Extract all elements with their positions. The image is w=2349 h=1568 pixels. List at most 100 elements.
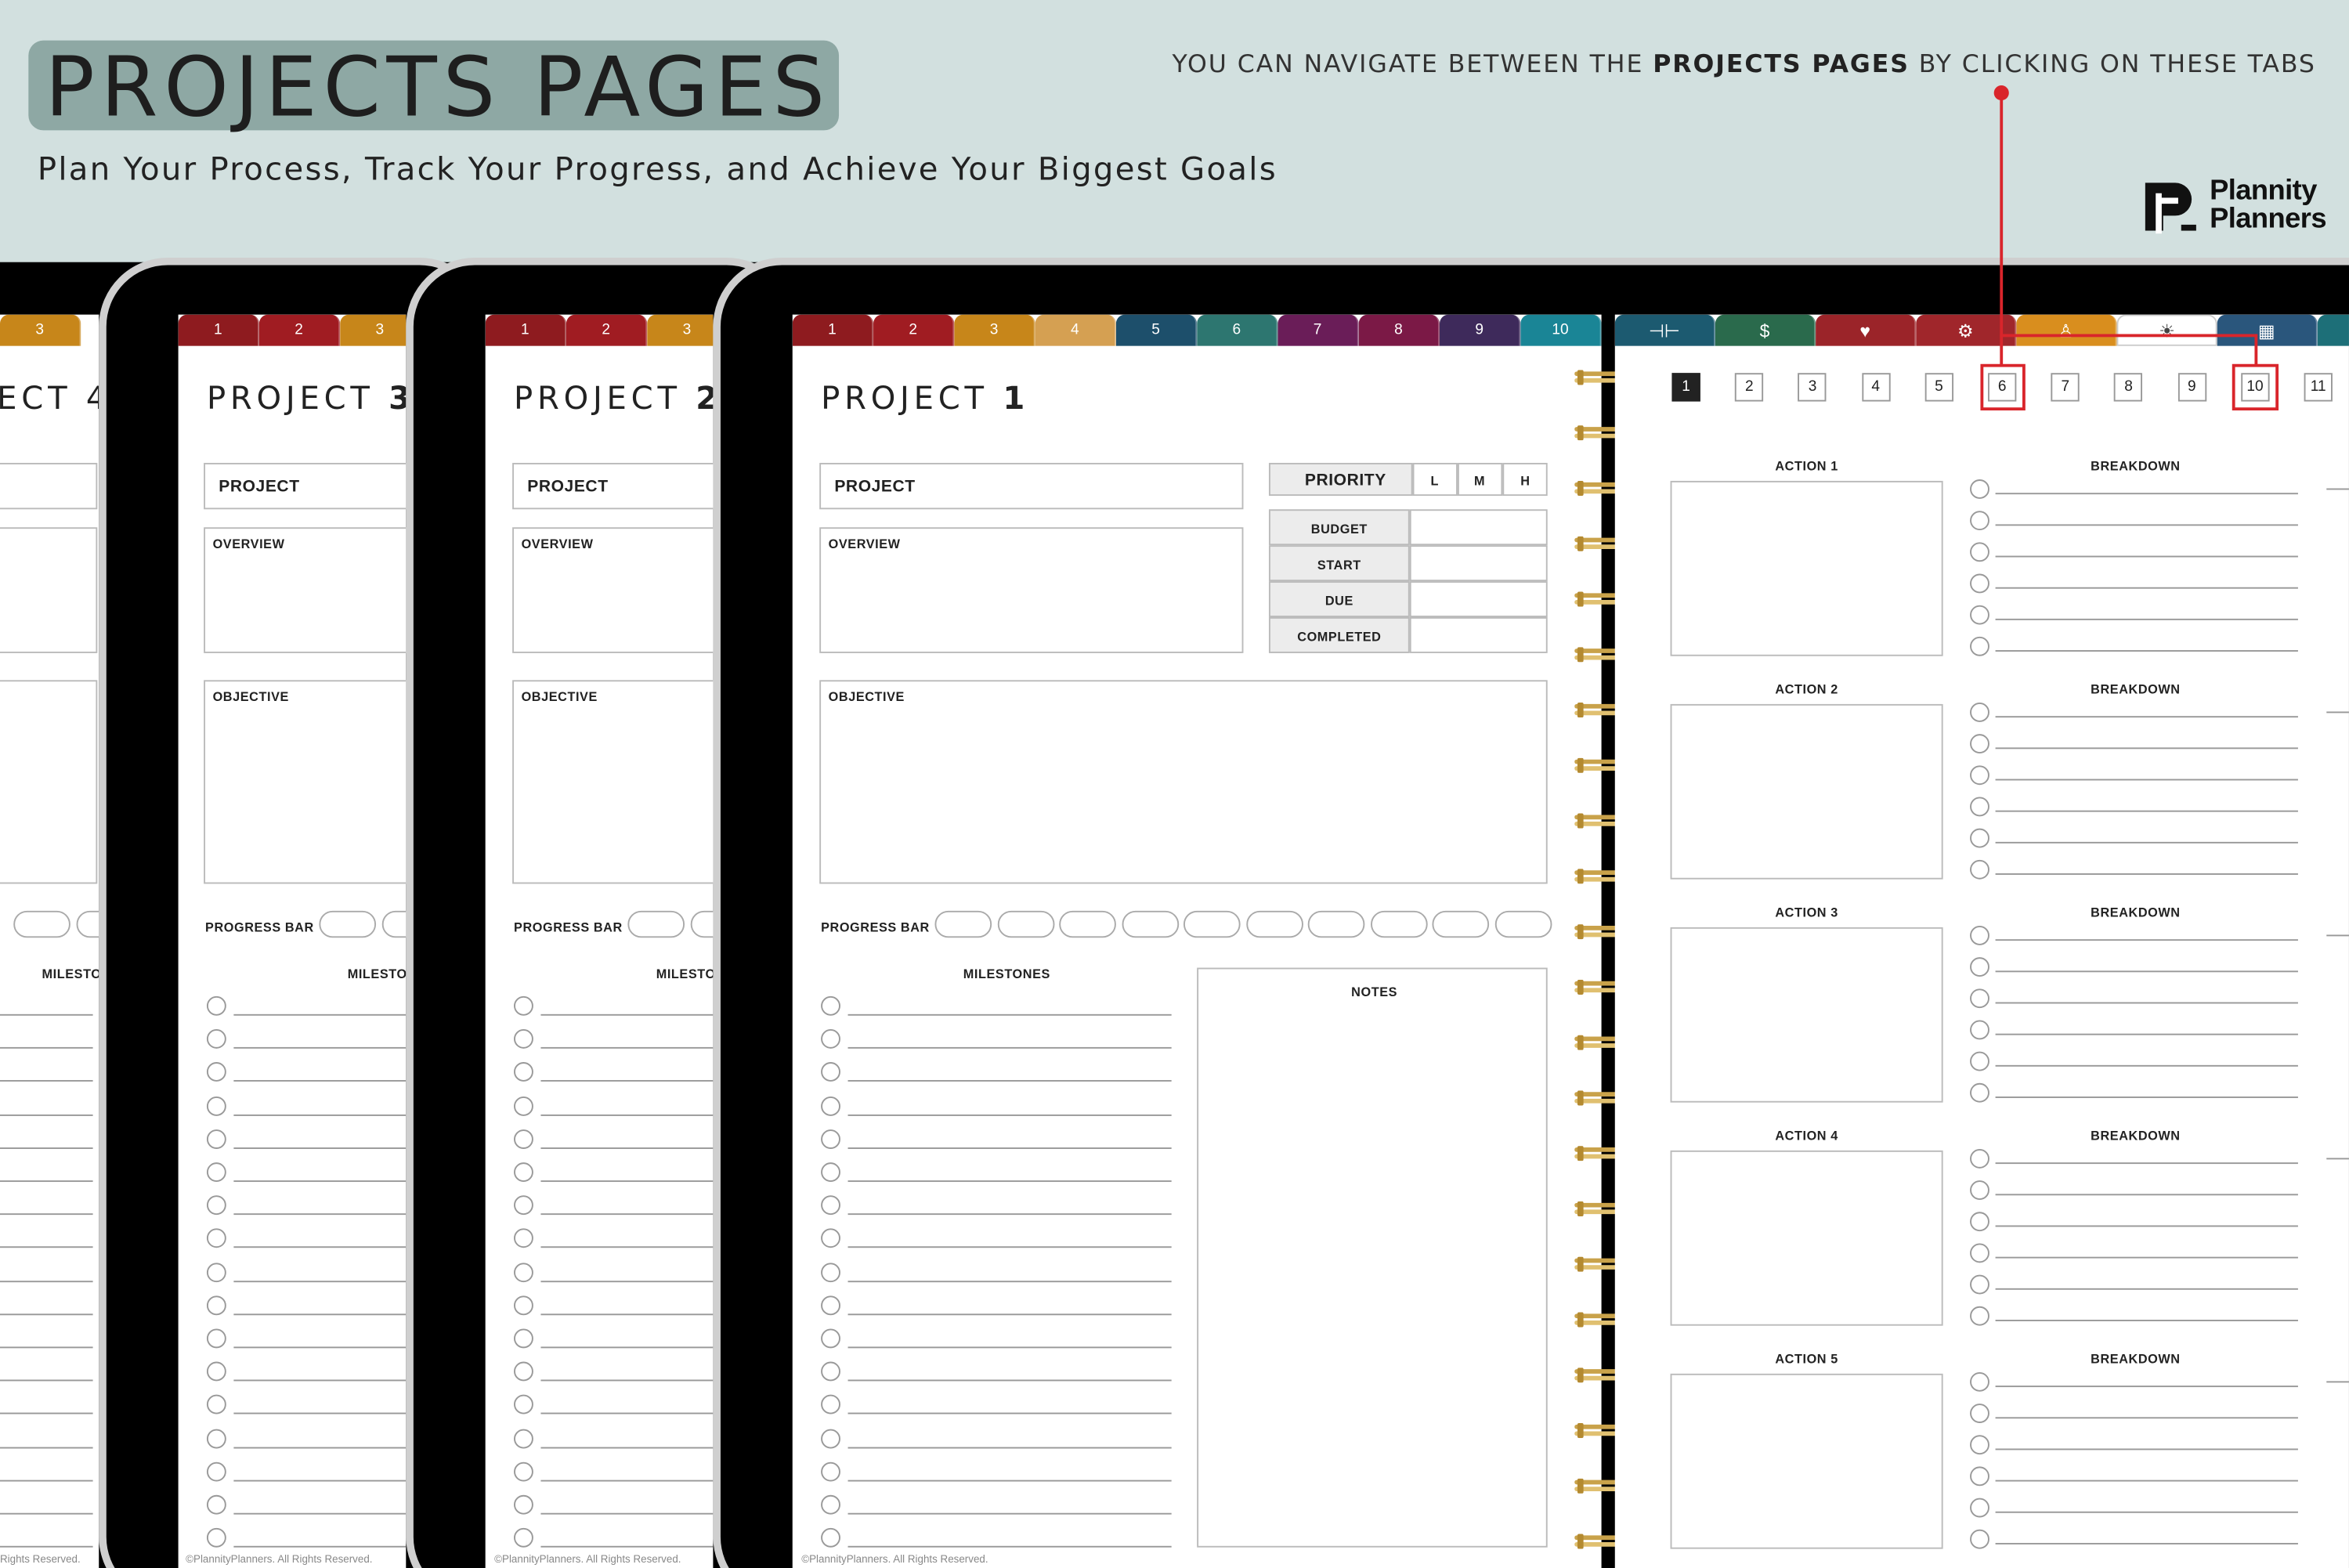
milestone-checkbox[interactable] [206, 1295, 226, 1315]
milestone-line[interactable] [0, 1379, 93, 1382]
milestone-checkbox[interactable] [821, 1361, 840, 1382]
progress-step[interactable] [1370, 910, 1427, 938]
milestone-checkbox[interactable] [206, 1129, 226, 1149]
milestone-line[interactable] [847, 1379, 1172, 1382]
milestone-line[interactable] [540, 1413, 714, 1415]
breakdown-line[interactable] [1995, 779, 2298, 781]
milestone-line[interactable] [233, 1247, 407, 1248]
milestone-line[interactable] [540, 1147, 714, 1149]
tab-heart[interactable]: ♥ [1816, 314, 1917, 346]
milestone-line[interactable] [847, 1147, 1172, 1149]
tab-project-8[interactable]: 8 [1358, 314, 1440, 346]
milestone-checkbox[interactable] [206, 1528, 226, 1548]
milestone-line[interactable] [847, 1247, 1172, 1248]
milestone-checkbox[interactable] [514, 1229, 533, 1248]
breakdown-line[interactable] [1995, 1225, 2298, 1227]
milestone-checkbox[interactable] [206, 1062, 226, 1082]
breakdown-checkbox[interactable] [1970, 605, 1989, 625]
milestone-checkbox[interactable] [514, 1528, 533, 1548]
breakdown-line[interactable] [1995, 1542, 2298, 1545]
detail-value-field[interactable] [1409, 581, 1548, 617]
milestone-line[interactable] [0, 1114, 93, 1116]
milestone-line[interactable] [540, 1446, 714, 1448]
notes-field[interactable] [1197, 967, 1548, 1548]
progress-step[interactable] [381, 910, 407, 938]
tab-person[interactable]: ♙ [2016, 314, 2117, 346]
breakdown-checkbox[interactable] [1970, 765, 1989, 786]
detail-value-field[interactable] [1409, 509, 1548, 546]
milestone-line[interactable] [233, 1512, 407, 1515]
tab-project-5[interactable]: 5 [1115, 314, 1198, 346]
milestone-checkbox[interactable] [206, 995, 226, 1016]
progress-step[interactable] [627, 910, 685, 938]
action-field[interactable] [1670, 927, 1943, 1103]
tab-project-1[interactable]: 1 [485, 314, 566, 346]
objective-field[interactable] [0, 680, 98, 884]
milestone-line[interactable] [0, 1346, 93, 1349]
breakdown-line[interactable] [1995, 873, 2298, 875]
breakdown-line[interactable] [1995, 587, 2298, 589]
breakdown-checkbox[interactable] [1970, 1404, 1989, 1423]
milestone-line[interactable] [540, 1213, 714, 1216]
tab-project-3[interactable]: 3 [647, 314, 714, 346]
milestone-line[interactable] [847, 1080, 1172, 1082]
breakdown-checkbox[interactable] [1970, 511, 1989, 531]
milestone-line[interactable] [233, 1180, 407, 1183]
milestone-line[interactable] [0, 1280, 93, 1282]
page-number-4[interactable]: 4 [1861, 373, 1890, 402]
progress-step[interactable] [1432, 910, 1490, 938]
detail-value-field[interactable] [1409, 616, 1548, 653]
objective-field[interactable] [512, 680, 714, 884]
milestone-checkbox[interactable] [514, 1195, 533, 1216]
milestone-checkbox[interactable] [821, 1428, 840, 1448]
progress-step[interactable] [76, 910, 99, 938]
milestone-line[interactable] [233, 1546, 407, 1548]
milestone-line[interactable] [233, 1446, 407, 1448]
action-field[interactable] [1670, 480, 1943, 656]
breakdown-line[interactable] [1995, 1064, 2298, 1067]
breakdown-checkbox[interactable] [1970, 1051, 1989, 1071]
milestone-line[interactable] [233, 1346, 407, 1349]
page-number-7[interactable]: 7 [2051, 373, 2080, 402]
milestone-line[interactable] [847, 1313, 1172, 1315]
milestone-line[interactable] [540, 1247, 714, 1248]
tab-more[interactable]: • [2317, 314, 2349, 346]
breakdown-line[interactable] [1995, 1417, 2298, 1419]
breakdown-line[interactable] [1995, 810, 2298, 812]
breakdown-line[interactable] [1995, 939, 2298, 941]
milestone-line[interactable] [540, 1346, 714, 1349]
milestone-checkbox[interactable] [514, 1129, 533, 1149]
milestone-checkbox[interactable] [821, 1129, 840, 1149]
milestone-checkbox[interactable] [821, 1029, 840, 1050]
milestone-checkbox[interactable] [514, 1062, 533, 1082]
milestone-line[interactable] [540, 1546, 714, 1548]
milestone-line[interactable] [233, 1114, 407, 1116]
milestone-line[interactable] [0, 1213, 93, 1216]
milestone-line[interactable] [0, 1147, 93, 1149]
breakdown-line[interactable] [1995, 747, 2298, 750]
milestone-checkbox[interactable] [514, 1361, 533, 1382]
breakdown-line[interactable] [1995, 1002, 2298, 1004]
breakdown-line[interactable] [1995, 1033, 2298, 1035]
breakdown-line[interactable] [1995, 1479, 2298, 1482]
action-field[interactable] [1670, 1150, 1943, 1326]
milestone-checkbox[interactable] [514, 995, 533, 1016]
milestone-checkbox[interactable] [514, 1461, 533, 1482]
milestone-line[interactable] [233, 1080, 407, 1082]
tab-project-1[interactable]: 1 [178, 314, 259, 346]
milestone-line[interactable] [847, 1479, 1172, 1482]
tab-dollar[interactable]: $ [1715, 314, 1816, 346]
tab-lightbulb[interactable]: ☀ [2116, 314, 2217, 346]
page-number-8[interactable]: 8 [2114, 373, 2143, 402]
tab-project-4[interactable]: 4 [1035, 314, 1116, 346]
detail-value-field[interactable] [1409, 545, 1548, 582]
page-number-3[interactable]: 3 [1798, 373, 1827, 402]
milestone-line[interactable] [847, 1180, 1172, 1183]
milestone-checkbox[interactable] [821, 1494, 840, 1515]
milestone-line[interactable] [0, 1080, 93, 1082]
milestone-checkbox[interactable] [821, 1162, 840, 1183]
progress-step[interactable] [996, 910, 1054, 938]
milestone-checkbox[interactable] [206, 1361, 226, 1382]
breakdown-checkbox[interactable] [1970, 573, 1989, 594]
breakdown-checkbox[interactable] [1970, 1498, 1989, 1518]
